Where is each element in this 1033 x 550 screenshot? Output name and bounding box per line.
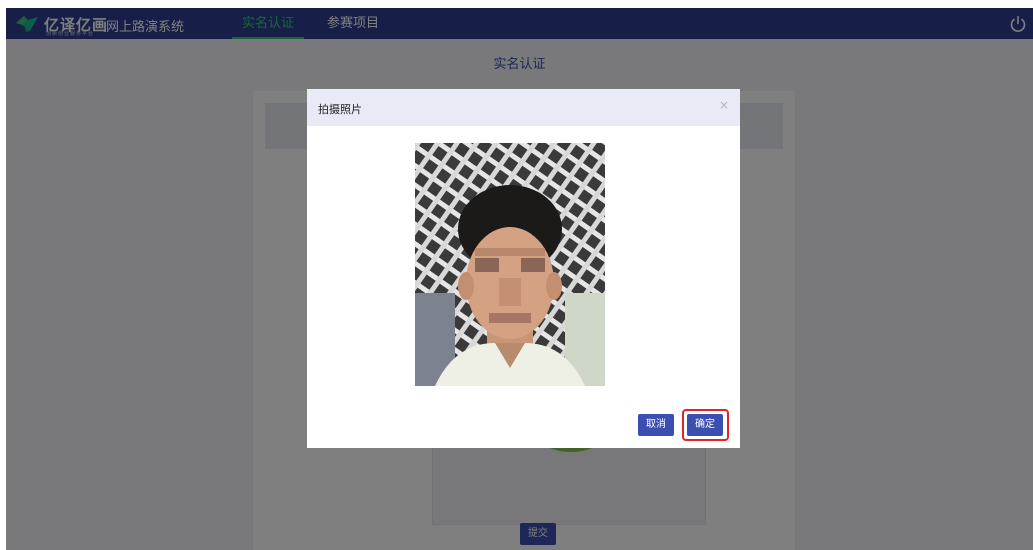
cancel-button[interactable]: 取消 [638, 414, 674, 436]
dialog-title: 拍摄照片 [318, 103, 362, 116]
take-photo-dialog: 拍摄照片 × 取消 确定 [307, 89, 740, 448]
close-icon[interactable]: × [719, 98, 729, 112]
confirm-highlight-box [682, 409, 729, 441]
captured-photo [415, 143, 605, 386]
dialog-header: 拍摄照片 × [307, 89, 740, 126]
